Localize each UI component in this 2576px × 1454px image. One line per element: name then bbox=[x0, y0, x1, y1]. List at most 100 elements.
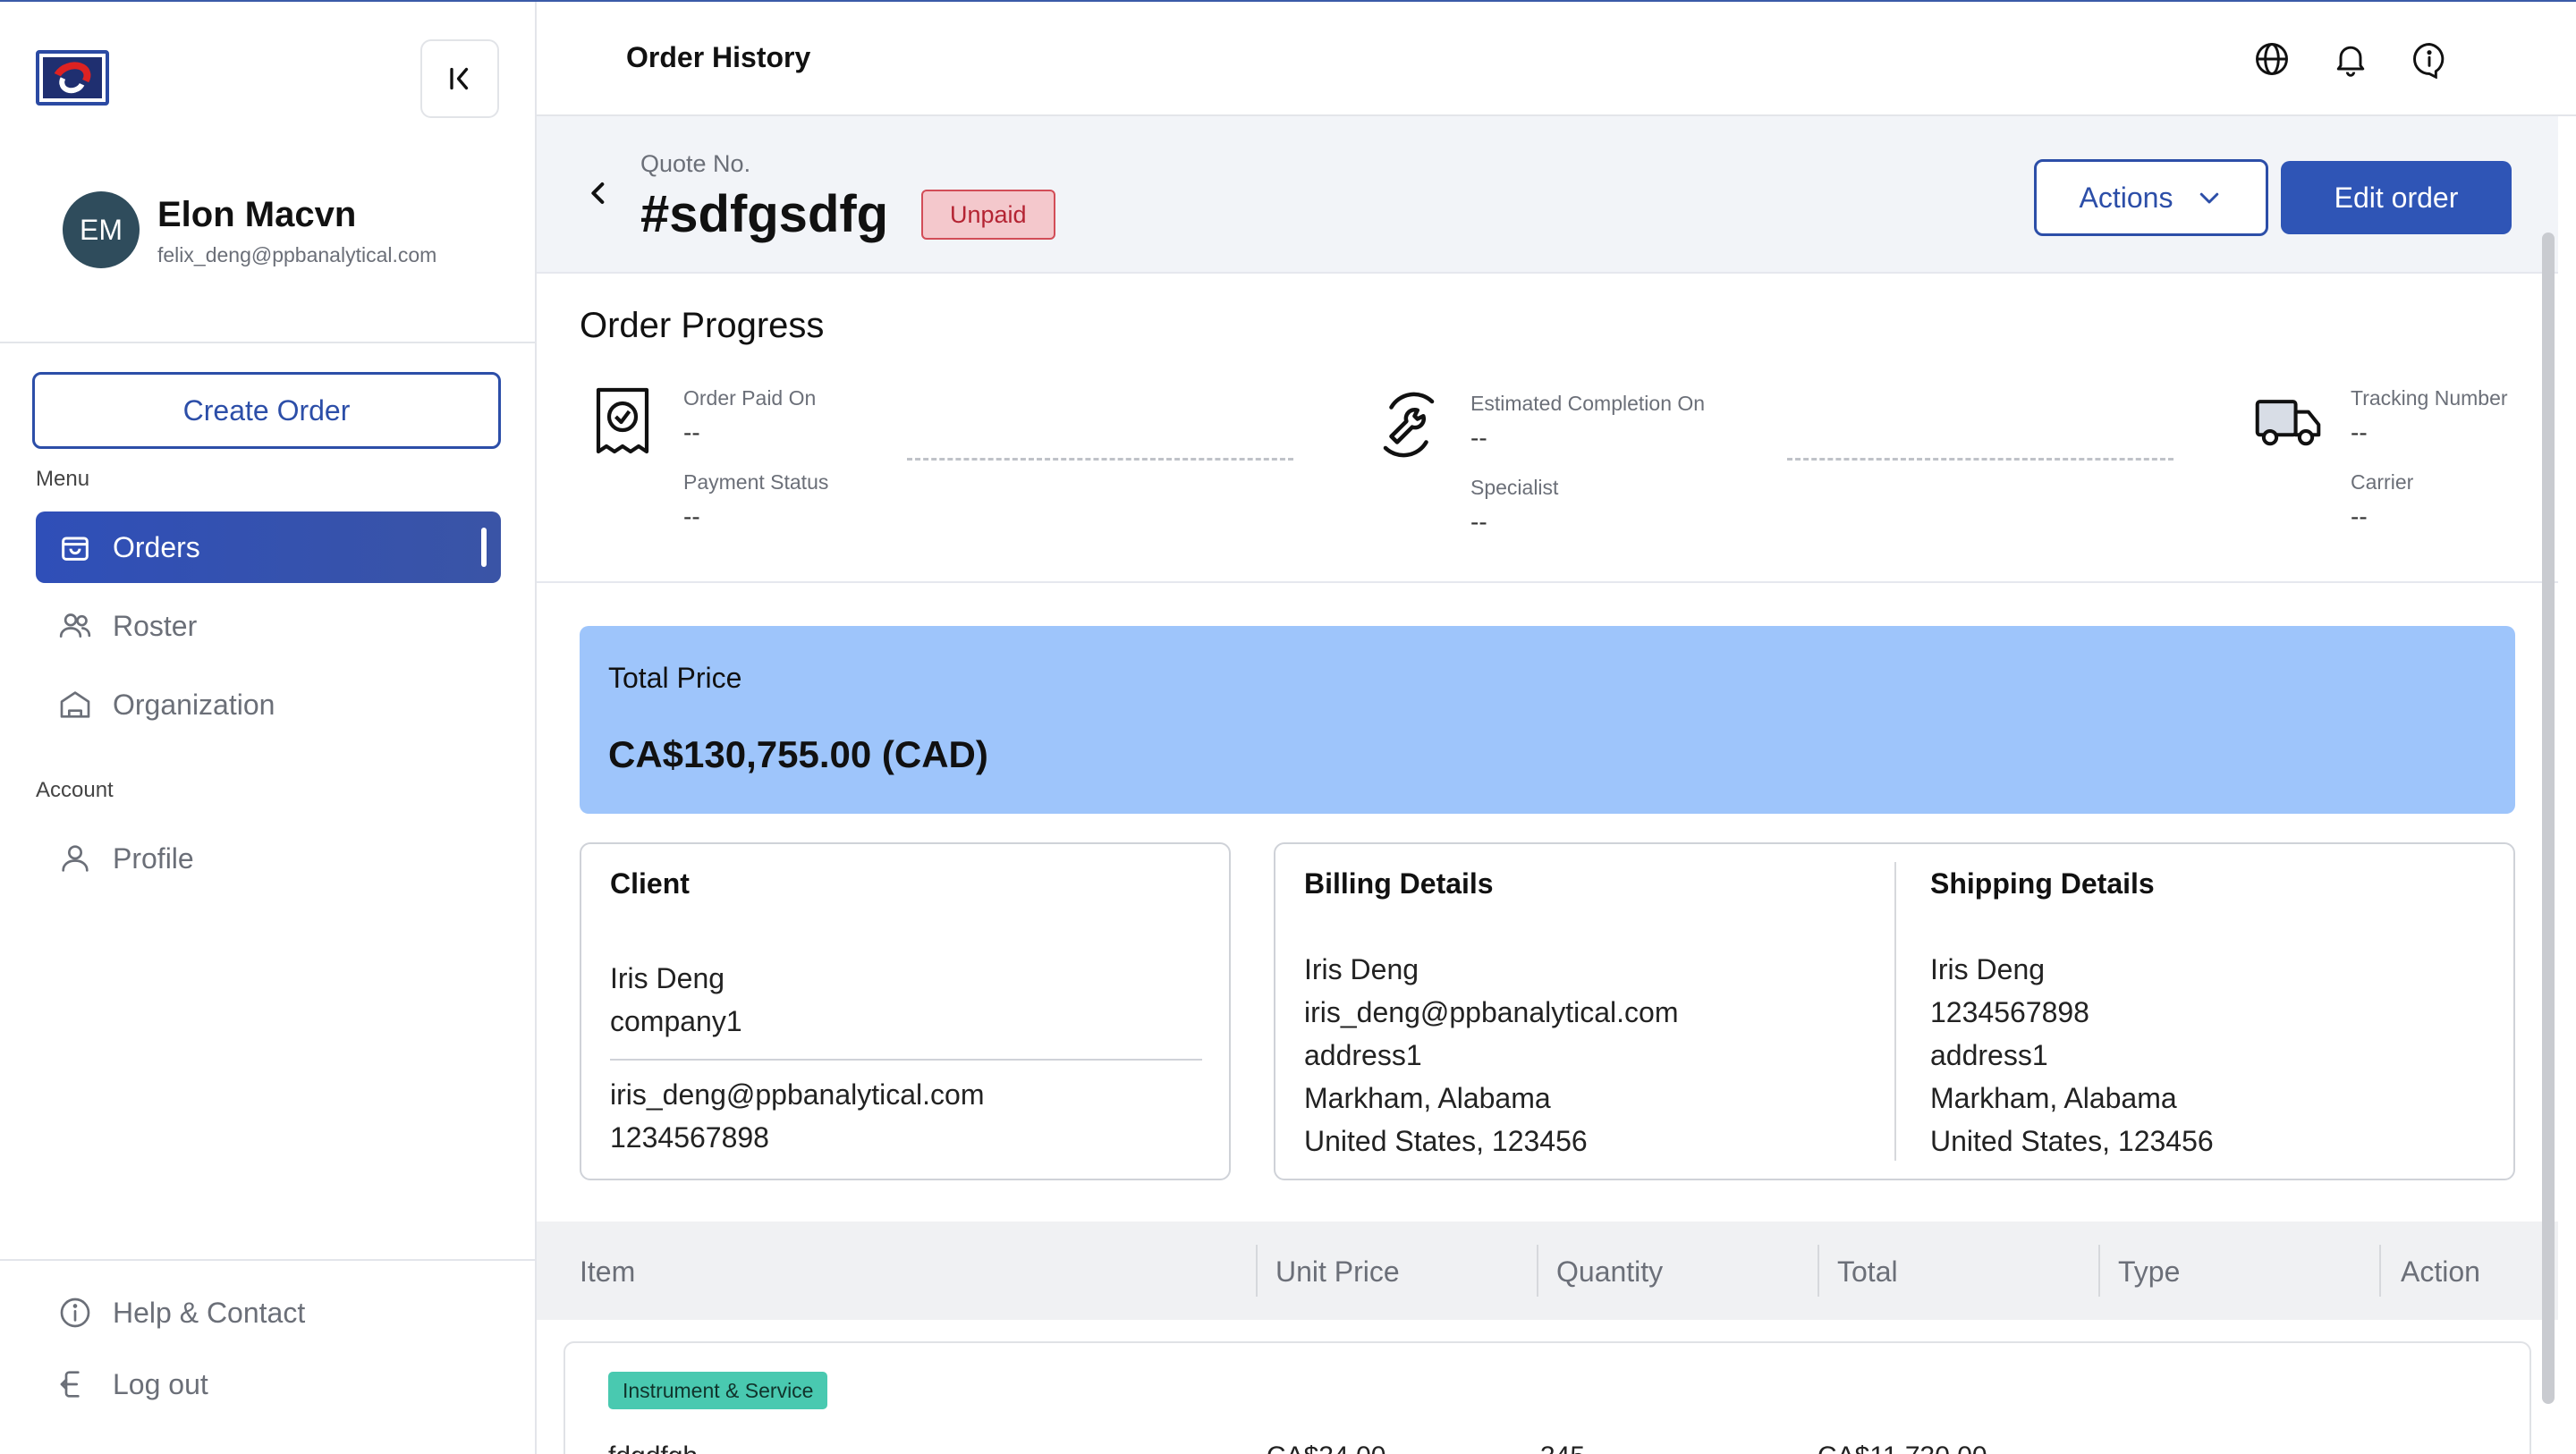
est-completion-label: Estimated Completion On bbox=[1470, 392, 1706, 415]
column-separator bbox=[2379, 1245, 2381, 1297]
active-indicator bbox=[481, 528, 487, 567]
page-title: Order History bbox=[626, 41, 811, 73]
billing-line: Markham, Alabama bbox=[1304, 1082, 1551, 1114]
carrier-label: Carrier bbox=[2351, 470, 2414, 494]
sidebar-item-label: Help & Contact bbox=[113, 1296, 306, 1329]
payment-status-label: Payment Status bbox=[683, 470, 829, 494]
receipt-icon bbox=[590, 385, 655, 464]
client-company: company1 bbox=[610, 1005, 742, 1037]
items-table-header: Item Unit Price Quantity Total Type Acti… bbox=[537, 1222, 2558, 1320]
progress-connector bbox=[1787, 458, 2174, 461]
paid-on-label: Order Paid On bbox=[683, 386, 817, 410]
column-separator bbox=[1818, 1245, 1819, 1297]
status-badge: Unpaid bbox=[921, 190, 1055, 240]
avatar: EM bbox=[63, 191, 140, 268]
shipping-line: 1234567898 bbox=[1930, 996, 2089, 1028]
sidebar-item-orders[interactable]: Orders bbox=[36, 511, 501, 583]
quantity-cell: 345 bbox=[1540, 1441, 1585, 1454]
quote-header: Quote No. #sdfgsdfg Unpaid Actions Edit … bbox=[537, 116, 2558, 274]
sidebar-item-roster[interactable]: Roster bbox=[36, 590, 501, 662]
progress-divider bbox=[537, 581, 2558, 583]
shipping-title: Shipping Details bbox=[1930, 867, 2155, 900]
client-email: iris_deng@ppbanalytical.com bbox=[610, 1078, 985, 1111]
menu-section-label: Menu bbox=[36, 467, 90, 491]
tracking-label: Tracking Number bbox=[2351, 386, 2508, 410]
table-row[interactable]: Instrument & Service fdgdfgh CA$34.00 34… bbox=[564, 1341, 2531, 1454]
column-header-type: Type bbox=[2118, 1255, 2181, 1288]
billing-title: Billing Details bbox=[1304, 867, 1494, 900]
users-icon bbox=[55, 606, 95, 646]
total-price-value: CA$130,755.00 (CAD) bbox=[608, 733, 988, 775]
client-title: Client bbox=[610, 867, 690, 900]
billing-line: iris_deng@ppbanalytical.com bbox=[1304, 996, 1679, 1028]
actions-dropdown-button[interactable]: Actions bbox=[2034, 159, 2268, 236]
specialist-value: -- bbox=[1470, 508, 1487, 536]
quote-label: Quote No. bbox=[640, 150, 751, 177]
user-icon bbox=[55, 839, 95, 878]
chevron-down-icon bbox=[2200, 192, 2219, 204]
shipping-line: Markham, Alabama bbox=[1930, 1082, 2177, 1114]
client-divider bbox=[610, 1059, 1202, 1061]
specialist-label: Specialist bbox=[1470, 476, 1559, 499]
back-chevron-icon[interactable] bbox=[581, 175, 617, 211]
info-icon bbox=[55, 1293, 95, 1332]
billing-line: Iris Deng bbox=[1304, 953, 1419, 985]
quote-number: #sdfgsdfg bbox=[640, 185, 889, 243]
sidebar-item-organization[interactable]: Organization bbox=[36, 669, 501, 740]
column-header-quantity: Quantity bbox=[1556, 1255, 1664, 1288]
truck-icon bbox=[2252, 390, 2324, 459]
sidebar-item-label: Log out bbox=[113, 1367, 208, 1400]
client-card: Client Iris Deng company1 iris_deng@ppba… bbox=[580, 842, 1231, 1180]
column-separator bbox=[1256, 1245, 1258, 1297]
total-price-card: Total Price CA$130,755.00 (CAD) bbox=[580, 626, 2515, 814]
column-separator bbox=[1537, 1245, 1538, 1297]
shopping-bag-icon bbox=[55, 528, 95, 567]
user-email: felix_deng@ppbanalytical.com bbox=[157, 243, 437, 266]
shipping-line: United States, 123456 bbox=[1930, 1125, 2214, 1157]
user-name: Elon Macvn bbox=[157, 195, 357, 234]
top-header: Order History bbox=[537, 2, 2576, 116]
account-section-label: Account bbox=[36, 778, 114, 802]
column-separator bbox=[2098, 1245, 2100, 1297]
billing-shipping-card: Billing Details Iris Deng iris_deng@ppba… bbox=[1274, 842, 2515, 1180]
column-header-action: Action bbox=[2401, 1255, 2480, 1288]
total-cell: CA$11,730.00 bbox=[1818, 1441, 1987, 1454]
collapse-left-icon bbox=[450, 67, 469, 90]
main-content: Quote No. #sdfgsdfg Unpaid Actions Edit … bbox=[537, 116, 2558, 1454]
sidebar-item-logout[interactable]: Log out bbox=[36, 1348, 501, 1420]
client-name: Iris Deng bbox=[610, 962, 725, 994]
building-icon bbox=[55, 685, 95, 724]
logout-icon bbox=[55, 1365, 95, 1404]
app-logo[interactable] bbox=[36, 50, 109, 106]
sidebar-footer-divider bbox=[0, 1259, 537, 1261]
est-completion-value: -- bbox=[1470, 424, 1487, 452]
create-order-button[interactable]: Create Order bbox=[32, 372, 501, 449]
globe-icon[interactable] bbox=[2250, 38, 2293, 80]
sidebar-item-label: Roster bbox=[113, 609, 198, 642]
card-column-divider bbox=[1894, 862, 1896, 1161]
wrench-icon bbox=[1374, 390, 1444, 464]
info-chat-icon[interactable] bbox=[2408, 38, 2451, 80]
vertical-scrollbar[interactable] bbox=[2542, 232, 2555, 1404]
bell-icon[interactable] bbox=[2329, 38, 2372, 80]
column-header-unit-price: Unit Price bbox=[1275, 1255, 1400, 1288]
total-price-label: Total Price bbox=[608, 662, 742, 694]
actions-label: Actions bbox=[2079, 181, 2174, 214]
unit-price-cell: CA$34.00 bbox=[1267, 1441, 1385, 1454]
sidebar: EM Elon Macvn felix_deng@ppbanalytical.c… bbox=[0, 2, 537, 1454]
edit-order-button[interactable]: Edit order bbox=[2281, 161, 2512, 234]
payment-status-value: -- bbox=[683, 503, 700, 530]
sidebar-item-label: Profile bbox=[113, 841, 194, 875]
billing-line: United States, 123456 bbox=[1304, 1125, 1588, 1157]
sidebar-item-profile[interactable]: Profile bbox=[36, 823, 501, 894]
sidebar-divider bbox=[0, 342, 537, 343]
shipping-line: address1 bbox=[1930, 1039, 2048, 1071]
billing-line: address1 bbox=[1304, 1039, 1422, 1071]
type-tag: Instrument & Service bbox=[608, 1372, 828, 1409]
collapse-sidebar-button[interactable] bbox=[420, 39, 499, 118]
sidebar-item-label: Organization bbox=[113, 688, 275, 721]
sidebar-item-help[interactable]: Help & Contact bbox=[36, 1277, 501, 1348]
order-progress-title: Order Progress bbox=[580, 306, 825, 345]
column-header-item: Item bbox=[580, 1255, 636, 1288]
paid-on-value: -- bbox=[683, 418, 700, 446]
